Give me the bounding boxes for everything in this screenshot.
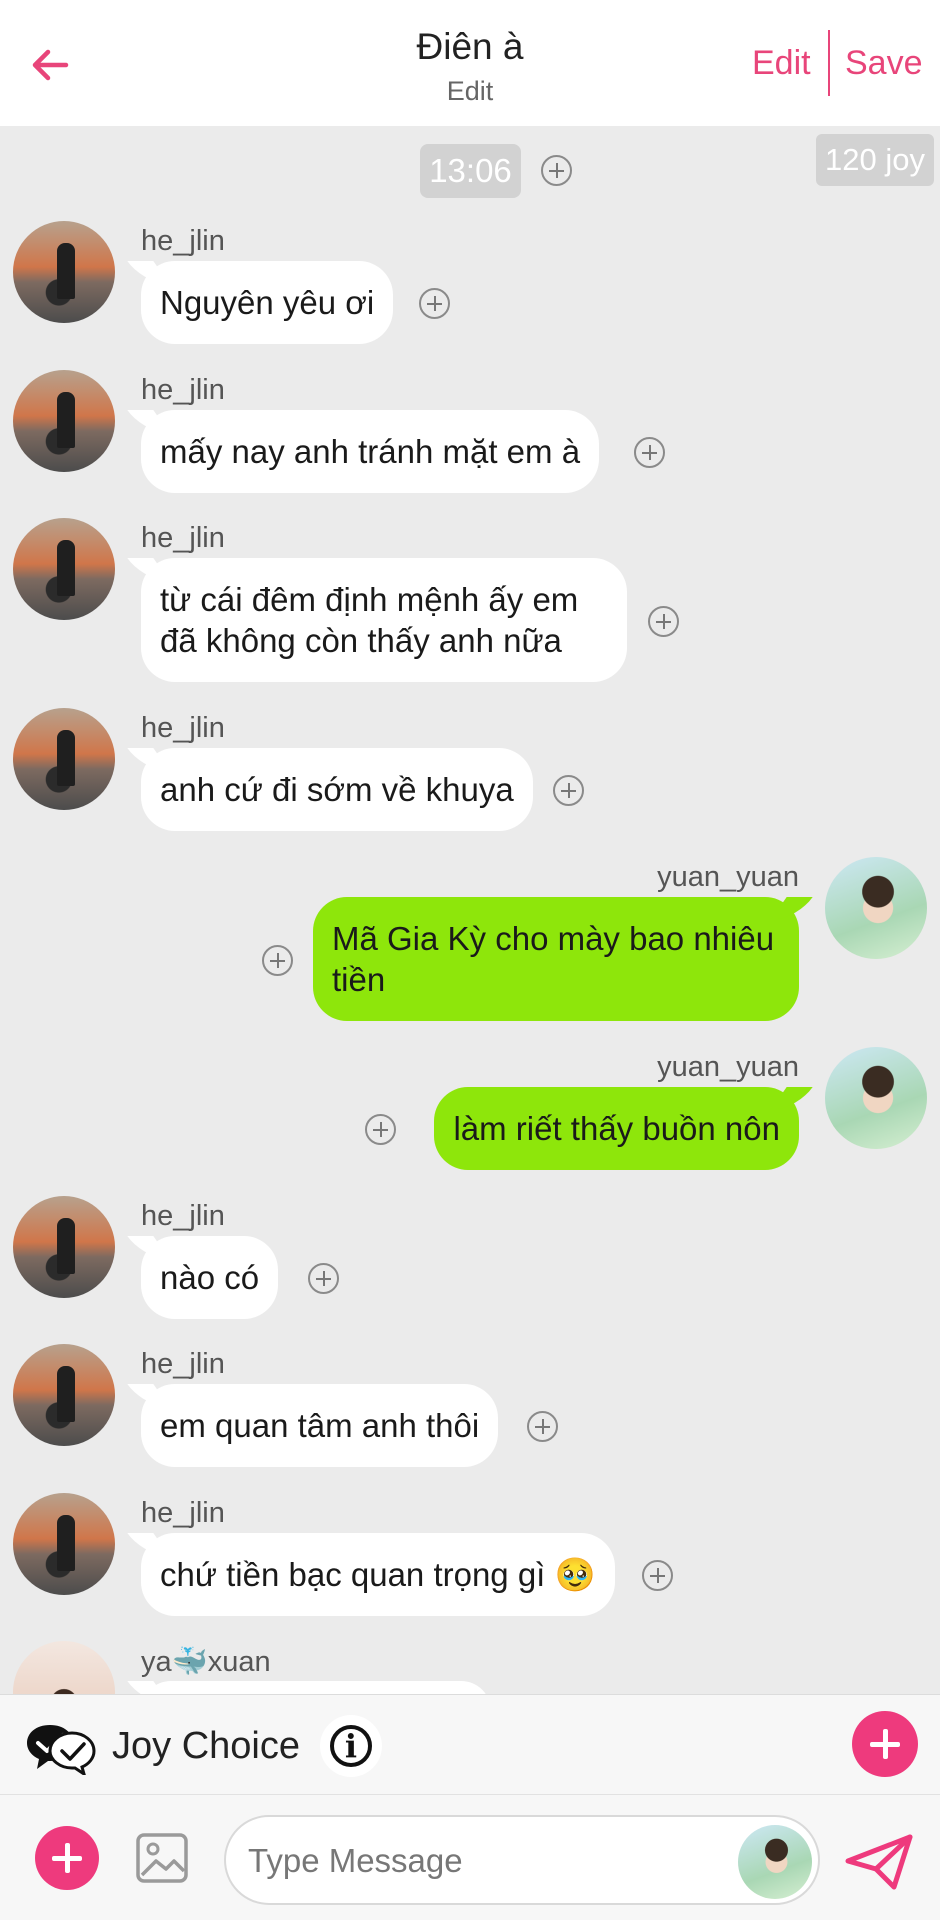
avatar-he-jlin[interactable] (13, 370, 115, 472)
avatar-he-jlin[interactable] (13, 708, 115, 810)
avatar-he-jlin[interactable] (13, 221, 115, 323)
add-reaction-icon[interactable] (634, 437, 665, 468)
message-composer (0, 1794, 940, 1920)
image-icon[interactable] (134, 1831, 190, 1885)
message-bubble[interactable] (141, 1681, 491, 1694)
add-reaction-icon[interactable] (642, 1560, 673, 1591)
add-reaction-icon[interactable] (648, 606, 679, 637)
message-bubble[interactable]: từ cái đêm định mệnh ấy em đã không còn … (141, 558, 627, 682)
avatar-yuan-yuan[interactable] (825, 857, 927, 959)
message-bubble[interactable]: làm riết thấy buồn nôn (434, 1087, 799, 1170)
avatar-he-jlin[interactable] (13, 1493, 115, 1595)
chat-area[interactable]: 13:06 120 joy he_jlin Nguyên yêu ơi he_j… (0, 126, 940, 1694)
sender-name: ya🐳xuan (141, 1646, 271, 1678)
sender-name: he_jlin (141, 712, 225, 744)
message-bubble[interactable]: Nguyên yêu ơi (141, 261, 394, 344)
double-check-icon (22, 1719, 102, 1778)
message-input[interactable] (248, 1839, 728, 1883)
joy-choice-label: Joy Choice (112, 1725, 300, 1767)
sender-name: he_jlin (141, 1200, 225, 1232)
send-icon[interactable] (842, 1831, 916, 1893)
add-reaction-icon[interactable] (527, 1411, 558, 1442)
add-reaction-icon[interactable] (365, 1114, 396, 1145)
sender-avatar-selector[interactable] (738, 1825, 812, 1899)
message-bubble[interactable]: mấy nay anh tránh mặt em à (141, 410, 600, 493)
add-reaction-icon[interactable] (308, 1263, 339, 1294)
joy-balance-badge: 120 joy (816, 134, 934, 186)
save-button[interactable]: Save (845, 44, 923, 83)
info-icon[interactable]: i (320, 1715, 382, 1777)
time-stamp[interactable]: 13:06 (420, 144, 521, 198)
sender-name: yuan_yuan (657, 1051, 799, 1083)
sender-name: he_jlin (141, 1348, 225, 1380)
joy-choice-bar: Joy Choice i (0, 1694, 940, 1794)
message-bubble[interactable]: anh cứ đi sớm về khuya (141, 748, 533, 831)
joy-choice-add-button[interactable] (852, 1711, 918, 1777)
add-after-time-icon[interactable] (541, 155, 572, 186)
sender-name: he_jlin (141, 225, 225, 257)
message-bubble[interactable]: em quan tâm anh thôi (141, 1384, 499, 1467)
sender-name: he_jlin (141, 374, 225, 406)
message-bubble[interactable]: Mã Gia Kỳ cho mày bao nhiêu tiền (313, 897, 799, 1021)
add-reaction-icon[interactable] (553, 775, 584, 806)
avatar-he-jlin[interactable] (13, 518, 115, 620)
message-bubble[interactable]: chứ tiền bạc quan trọng gì 🥹 (141, 1533, 615, 1616)
header-divider (828, 30, 830, 96)
add-reaction-icon[interactable] (262, 945, 293, 976)
top-bar: Điên à Edit Edit Save (0, 0, 940, 126)
add-reaction-icon[interactable] (419, 288, 450, 319)
edit-button[interactable]: Edit (752, 44, 811, 83)
avatar-he-jlin[interactable] (13, 1344, 115, 1446)
message-bubble[interactable]: nào có (141, 1236, 279, 1319)
avatar-yuan-yuan[interactable] (825, 1047, 927, 1149)
message-field[interactable] (224, 1815, 820, 1905)
avatar-ya-xuan[interactable] (13, 1641, 115, 1694)
sender-name: yuan_yuan (657, 861, 799, 893)
sender-name: he_jlin (141, 522, 225, 554)
avatar-he-jlin[interactable] (13, 1196, 115, 1298)
info-glyph: i (344, 1727, 358, 1765)
add-attachment-button[interactable] (35, 1826, 99, 1890)
sender-name: he_jlin (141, 1497, 225, 1529)
